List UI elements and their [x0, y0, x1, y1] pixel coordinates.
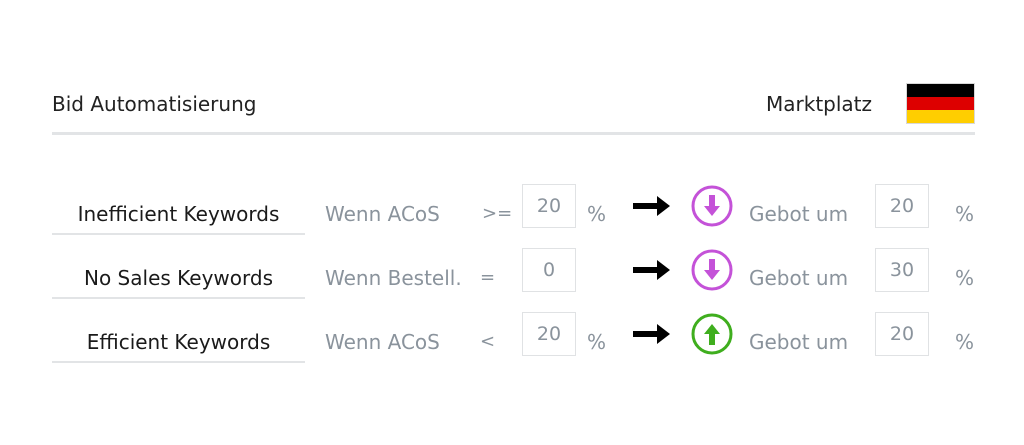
page-title: Bid Automatisierung [52, 92, 257, 116]
keyword-label: Efficient Keywords [86, 330, 271, 354]
marketplace-label: Marktplatz [766, 92, 873, 116]
rule-row-no-sales: No Sales Keywords Wenn Bestell. = 0 Gebo… [0, 248, 1024, 308]
bid-action-label: Gebot um [749, 330, 849, 354]
threshold-input[interactable]: 0 [522, 248, 576, 292]
operator-label: = [480, 267, 496, 288]
keyword-underline [52, 233, 305, 235]
condition-label: Wenn ACoS [325, 202, 440, 226]
bid-unit: % [955, 202, 975, 226]
rule-row-inefficient: Inefficient Keywords Wenn ACoS >= 20 % G… [0, 184, 1024, 244]
bid-action-label: Gebot um [749, 202, 849, 226]
keyword-underline [52, 361, 305, 363]
threshold-input[interactable]: 20 [522, 312, 576, 356]
germany-flag-icon[interactable] [907, 84, 974, 123]
rule-row-efficient: Efficient Keywords Wenn ACoS < 20 % Gebo… [0, 312, 1024, 372]
flag-stripe-black [907, 84, 974, 97]
operator-label: >= [482, 203, 513, 224]
arrow-down-circle-icon[interactable] [691, 185, 733, 227]
arrow-up-circle-icon[interactable] [691, 313, 733, 355]
arrow-right-icon [633, 260, 670, 280]
bid-input[interactable]: 20 [875, 184, 929, 228]
arrow-down-circle-icon[interactable] [691, 249, 733, 291]
header-divider [52, 132, 975, 135]
condition-label: Wenn Bestell. [325, 266, 462, 290]
keyword-underline [52, 297, 305, 299]
flag-stripe-gold [907, 110, 974, 123]
arrow-right-icon [633, 324, 670, 344]
threshold-unit: % [587, 202, 607, 226]
keyword-label: Inefficient Keywords [77, 202, 280, 226]
arrow-right-icon [633, 196, 670, 216]
threshold-unit: % [587, 330, 607, 354]
bid-unit: % [955, 266, 975, 290]
bid-unit: % [955, 330, 975, 354]
bid-input[interactable]: 20 [875, 312, 929, 356]
bid-input[interactable]: 30 [875, 248, 929, 292]
condition-label: Wenn ACoS [325, 330, 440, 354]
bid-action-label: Gebot um [749, 266, 849, 290]
flag-stripe-red [907, 97, 974, 110]
keyword-label: No Sales Keywords [84, 266, 273, 290]
operator-label: < [480, 331, 496, 352]
threshold-input[interactable]: 20 [522, 184, 576, 228]
